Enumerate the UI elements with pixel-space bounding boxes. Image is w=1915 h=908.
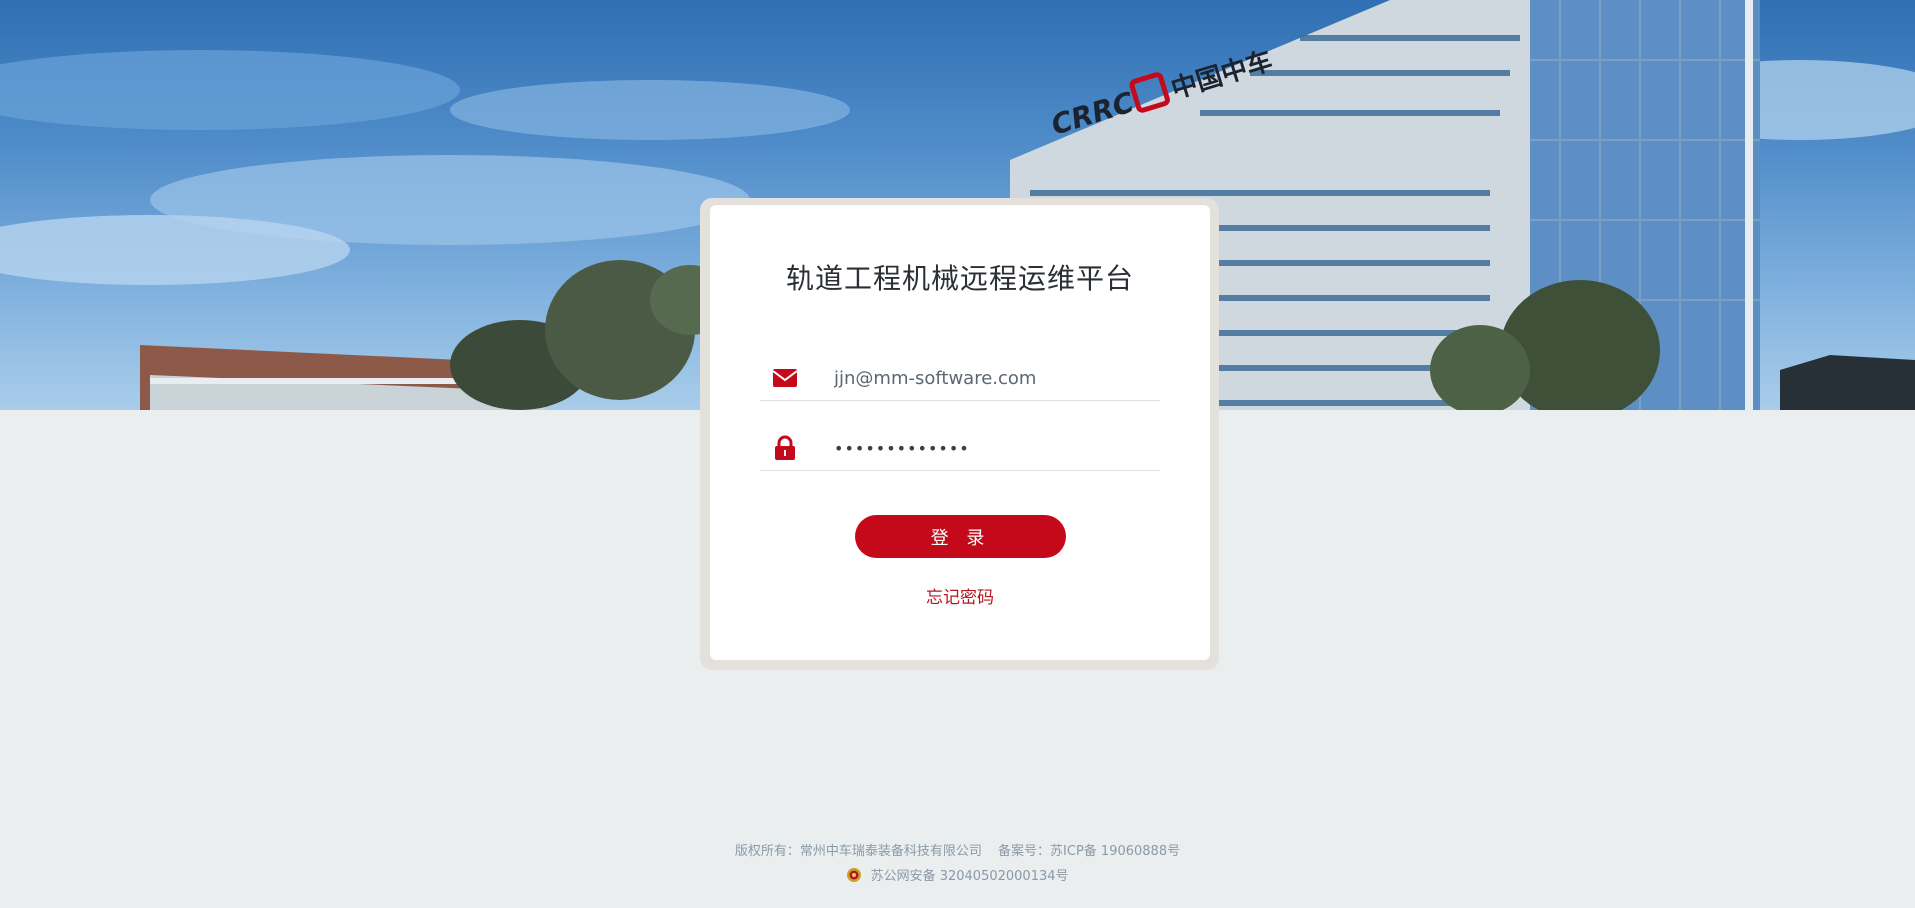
password-input[interactable] (834, 433, 1154, 463)
platform-title: 轨道工程机械远程运维平台 (785, 262, 1134, 295)
police-record-link[interactable]: 苏公网安备 32040502000134号 (871, 869, 1069, 884)
password-field-row (760, 425, 1160, 471)
envelope-icon (772, 365, 798, 391)
lock-icon (772, 435, 798, 461)
footer-copyright-row: 版权所有：常州中车瑞泰装备科技有限公司 备案号：苏ICP备 19060888号 (0, 840, 1915, 859)
login-button[interactable]: 登 录 (855, 515, 1066, 558)
forgot-password-link[interactable]: 忘记密码 (710, 583, 1210, 608)
copyright-text: 版权所有：常州中车瑞泰装备科技有限公司 (734, 844, 982, 859)
email-input[interactable] (834, 363, 1154, 393)
footer-police-row: 苏公网安备 32040502000134号 (0, 865, 1915, 884)
icp-record-link[interactable]: 备案号：苏ICP备 19060888号 (998, 844, 1180, 859)
login-page: CRRC 中国中车 轨道工程机械远程运维平台 jjn@mm-software.c… (0, 0, 1915, 908)
police-badge-icon (846, 867, 862, 883)
email-field-row (760, 355, 1160, 401)
login-card: 轨道工程机械远程运维平台 登 录 忘记密码 (710, 205, 1210, 660)
